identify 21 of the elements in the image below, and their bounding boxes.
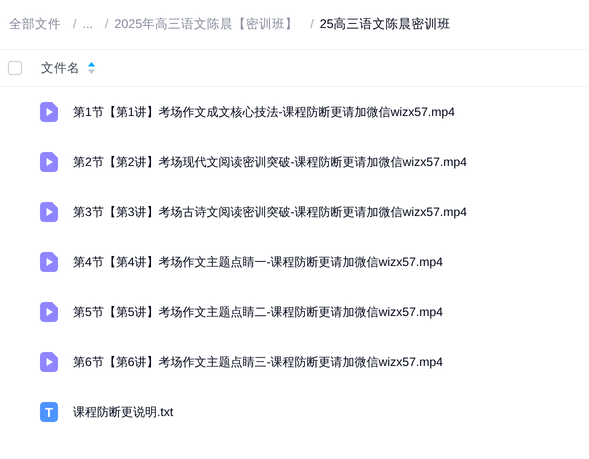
breadcrumb-link[interactable]: 25高三语文陈晨密训班 xyxy=(320,15,451,34)
text-file-icon: T xyxy=(40,402,58,422)
video-file-icon xyxy=(40,202,58,222)
breadcrumb-separator: / xyxy=(310,16,314,34)
video-file-icon xyxy=(40,352,58,372)
file-name[interactable]: 课程防断更说明.txt xyxy=(73,402,174,422)
select-all-checkbox[interactable] xyxy=(8,61,22,75)
breadcrumb-separator: / xyxy=(104,16,108,34)
breadcrumb-separator: / xyxy=(73,16,76,34)
video-file-icon xyxy=(40,252,58,272)
file-name[interactable]: 第2节【第2讲】考场现代文阅读密训突破-课程防断更请加微信wizx57.mp4 xyxy=(73,152,467,172)
file-name[interactable]: 第6节【第6讲】考场作文主题点睛三-课程防断更请加微信wizx57.mp4 xyxy=(73,352,443,372)
file-name[interactable]: 第5节【第5讲】考场作文主题点睛二-课程防断更请加微信wizx57.mp4 xyxy=(73,302,443,322)
video-file-icon xyxy=(40,102,58,122)
video-file-icon xyxy=(40,302,58,322)
file-name[interactable]: 第1节【第1讲】考场作文成文核心技法-课程防断更请加微信wizx57.mp4 xyxy=(73,102,455,122)
file-name[interactable]: 第3节【第3讲】考场古诗文阅读密训突破-课程防断更请加微信wizx57.mp4 xyxy=(73,202,467,222)
sort-icon[interactable] xyxy=(88,62,95,74)
column-header[interactable]: 文件名 xyxy=(41,58,80,78)
video-file-icon xyxy=(40,152,58,172)
file-name[interactable]: 第4节【第4讲】考场作文主题点睛一-课程防断更请加微信wizx57.mp4 xyxy=(73,252,443,272)
